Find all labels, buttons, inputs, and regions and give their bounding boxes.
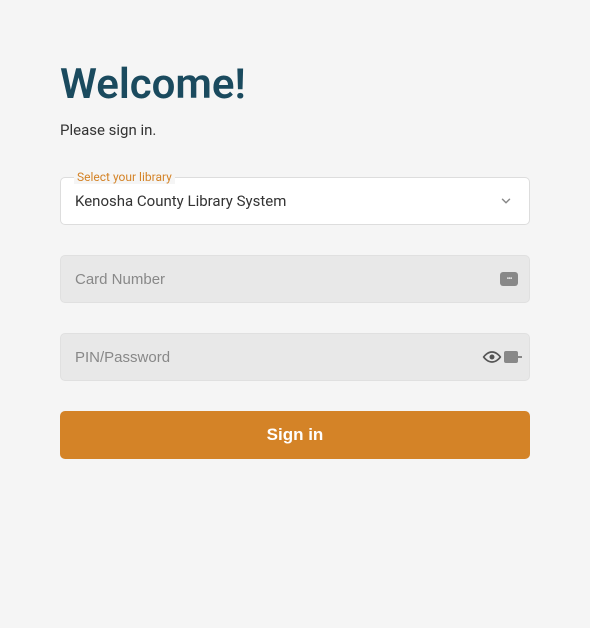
signin-button[interactable]: Sign in — [60, 411, 530, 459]
library-select-value: Kenosha County Library System — [75, 192, 286, 210]
pin-input[interactable] — [60, 333, 530, 381]
page-subtitle: Please sign in. — [60, 121, 530, 139]
key-icon — [504, 351, 518, 363]
pin-wrapper — [60, 333, 530, 381]
library-select[interactable]: Kenosha County Library System — [60, 177, 530, 225]
library-select-label: Select your library — [74, 170, 175, 184]
show-password-icon[interactable] — [482, 350, 518, 364]
keyboard-icon — [500, 272, 518, 286]
chevron-down-icon — [499, 194, 513, 208]
signin-form: Welcome! Please sign in. Select your lib… — [60, 60, 530, 459]
page-title: Welcome! — [60, 60, 530, 109]
card-number-input[interactable] — [60, 255, 530, 303]
library-select-wrapper: Select your library Kenosha County Libra… — [60, 177, 530, 225]
card-number-wrapper — [60, 255, 530, 303]
